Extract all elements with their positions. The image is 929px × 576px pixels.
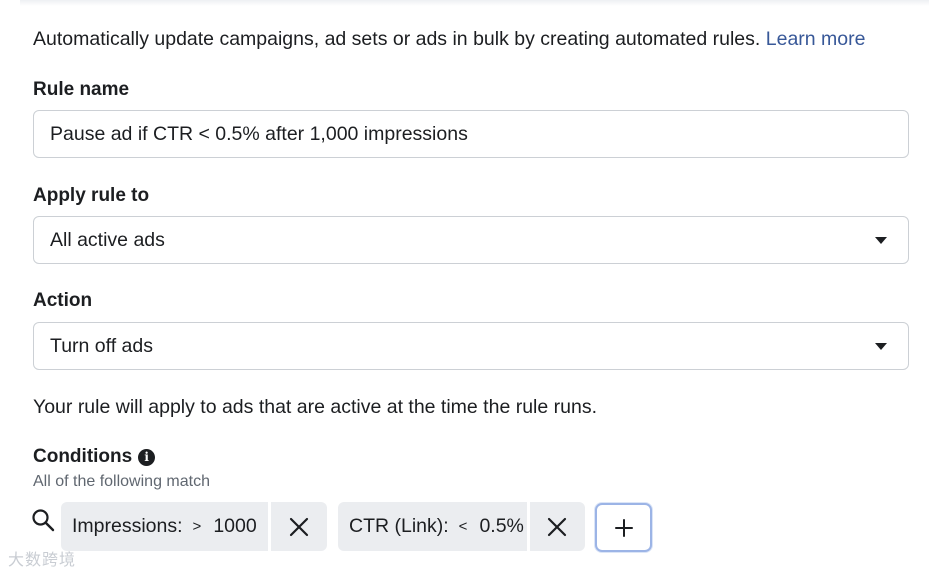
watermark: 大数跨境 <box>8 552 77 569</box>
remove-condition-button[interactable] <box>530 502 585 551</box>
conditions-label: Conditions <box>33 446 133 467</box>
condition-chip-impressions[interactable]: Impressions: > 1000 <box>61 502 327 551</box>
condition-chip-ctr[interactable]: CTR (Link): < 0.5% <box>338 502 585 551</box>
close-icon <box>289 517 309 536</box>
condition-value: 1000 <box>213 515 257 537</box>
add-condition-button[interactable] <box>595 503 652 552</box>
intro-description: Automatically update campaigns, ad sets … <box>33 28 761 50</box>
apply-rule-to-label: Apply rule to <box>33 185 150 206</box>
caret-down-icon <box>875 343 887 350</box>
condition-metric: CTR (Link): <box>349 515 449 537</box>
condition-value: 0.5% <box>479 515 524 537</box>
condition-metric: Impressions: <box>72 515 183 537</box>
plus-icon <box>614 518 633 537</box>
action-label: Action <box>33 290 93 311</box>
action-dropdown[interactable]: Turn off ads <box>33 322 909 370</box>
search-icon <box>32 509 55 532</box>
rule-name-label: Rule name <box>33 79 130 100</box>
learn-more-link[interactable]: Learn more <box>766 28 866 50</box>
apply-rule-to-value: All active ads <box>50 228 165 251</box>
caret-down-icon <box>875 237 887 244</box>
rule-name-input[interactable]: Pause ad if CTR < 0.5% after 1,000 impre… <box>33 110 909 158</box>
match-description: All of the following match <box>33 473 210 490</box>
condition-chip-label[interactable]: CTR (Link): < 0.5% <box>338 502 527 551</box>
info-icon[interactable]: i <box>138 448 156 466</box>
remove-condition-button[interactable] <box>271 502 327 551</box>
action-value: Turn off ads <box>50 334 153 357</box>
top-divider <box>20 0 929 6</box>
rule-name-value: Pause ad if CTR < 0.5% after 1,000 impre… <box>50 122 468 145</box>
condition-operator: < <box>458 518 468 535</box>
conditions-heading: Conditions i <box>33 446 156 468</box>
rule-scope-note: Your rule will apply to ads that are act… <box>33 396 597 418</box>
intro-text: Automatically update campaigns, ad sets … <box>33 28 865 51</box>
apply-rule-to-dropdown[interactable]: All active ads <box>33 216 909 264</box>
condition-chip-label[interactable]: Impressions: > 1000 <box>61 502 268 551</box>
condition-operator: > <box>192 518 202 535</box>
close-icon <box>548 517 567 536</box>
